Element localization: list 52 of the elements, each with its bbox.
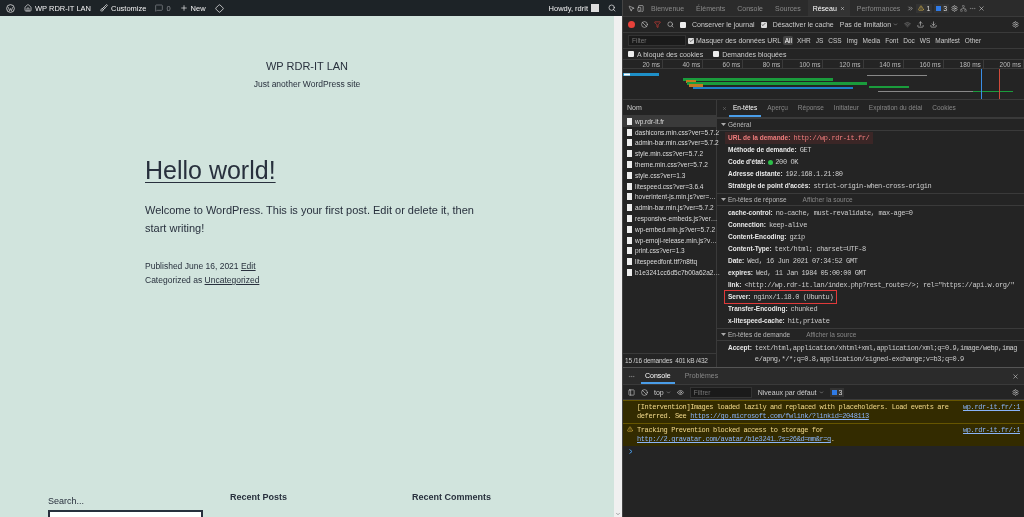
settings-icon[interactable] [1012,388,1019,396]
download-icon[interactable] [930,21,938,28]
close-icon[interactable] [978,4,986,12]
sidebar-icon[interactable] [628,388,635,396]
triangle-icon [721,122,726,127]
chevrons-icon[interactable] [907,4,915,12]
settings-icon[interactable] [951,4,959,12]
post-title[interactable]: Hello world! [145,156,475,185]
site-tagline: Just another WordPress site [252,79,362,89]
checkbox[interactable] [628,51,634,57]
upload-icon[interactable] [917,21,925,28]
plus-icon[interactable] [179,4,188,12]
status-dot [768,159,774,165]
checkbox[interactable] [713,51,720,57]
brush-icon[interactable] [100,4,108,12]
category-label: Categorized as [145,275,203,285]
scrollbar[interactable] [614,16,622,517]
comment-icon[interactable] [155,4,164,12]
category-link[interactable]: Uncategorized [204,275,260,285]
edit-link[interactable]: Edit [240,261,256,271]
home-icon[interactable] [24,4,32,12]
caret-icon [893,22,899,27]
settings-icon[interactable] [1012,21,1019,28]
caret-icon [818,389,824,395]
warning-icon [627,426,633,432]
widget-heading: Recent Posts [230,492,289,502]
post-date: Published June 16, 2021 [145,261,239,271]
search-icon[interactable] [667,21,674,28]
triangle-icon [721,197,726,202]
close-icon[interactable] [1012,372,1019,380]
post-body: Welcome to WordPress. This is your first post. Edit or delete it, then start writing! [145,203,475,236]
cursor-icon[interactable] [628,4,635,12]
caret-icon [665,389,671,395]
network-icon[interactable] [960,4,968,12]
record-icon[interactable] [628,21,635,28]
eye-icon[interactable] [676,388,684,396]
checkbox[interactable] [688,37,694,44]
search-label: Search... [48,495,86,506]
checkbox[interactable] [760,21,767,28]
wordpress-logo-icon[interactable] [6,3,15,13]
clear-icon[interactable] [641,21,648,28]
warning-icon [918,5,925,11]
site-title[interactable]: WP RDR-IT LAN [0,60,614,72]
checkbox[interactable] [680,21,686,28]
search-field[interactable] [48,510,203,517]
triangle-icon [721,332,726,337]
clear-icon[interactable] [641,388,648,396]
diamond-icon[interactable] [214,3,224,13]
prompt-icon [629,449,633,454]
device-icon[interactable] [637,4,644,12]
widget-heading: Recent Comments [412,492,493,502]
avatar [591,4,599,12]
